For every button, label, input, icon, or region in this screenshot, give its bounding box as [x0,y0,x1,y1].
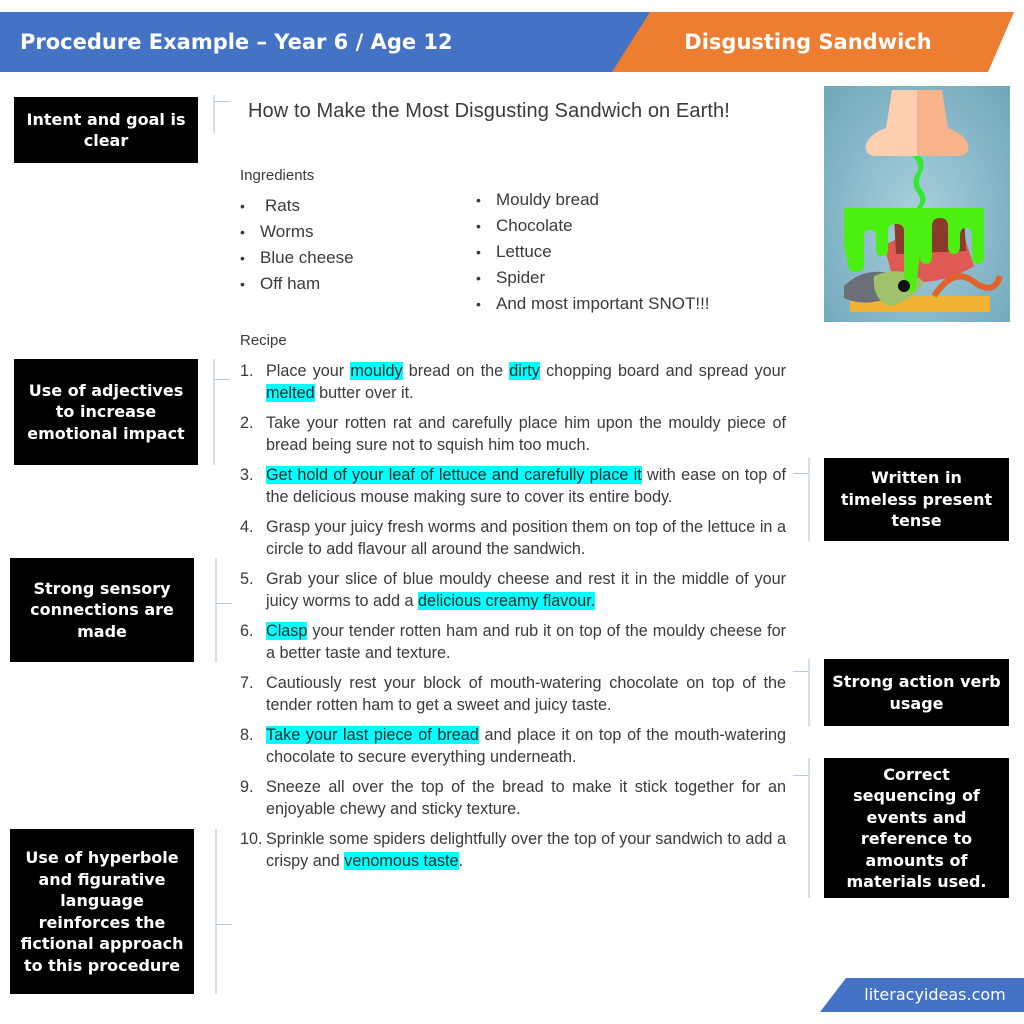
ingredient-item: Worms [240,219,354,245]
step-text: butter over it. [314,384,414,402]
highlighted-text: Get hold of your leaf of lettuce and car… [266,466,642,484]
recipe-step: 2. Take your rotten rat and carefully pla… [240,412,786,456]
ingredient-text: Mouldy bread [496,190,600,209]
bracket-sensory-tick [216,603,232,604]
step-number: 2. [240,414,254,432]
step-text: Grasp your juicy fresh worms and positio… [266,518,786,558]
document-title: How to Make the Most Disgusting Sandwich… [248,100,730,122]
header-topic: Disgusting Sandwich [684,30,932,54]
bracket-sequencing-tick [793,775,808,776]
highlighted-text: Take your last piece of bread [266,726,479,744]
step-text: Sneeze all over the top of the bread to … [266,778,786,818]
bracket-sensory [215,558,217,662]
step-number: 1. [240,362,254,380]
step-number: 3. [240,466,254,484]
ingredient-text: Worms [260,222,314,241]
ingredients-heading: Ingredients [240,167,315,184]
bracket-tense-tick [793,473,808,474]
step-number: 6. [240,622,254,640]
disgusting-sandwich-illustration [824,86,1010,322]
bracket-adjectives-tick [214,379,230,380]
nose-left-icon [865,90,917,156]
step-text: your tender rotten ham and rub it on top… [266,622,786,662]
recipe-step: 10. Sprinkle some spiders delightfully ov… [240,828,786,872]
highlighted-text: delicious creamy flavour. [418,592,596,610]
ingredient-text: And most important SNOT!!! [496,294,710,313]
recipe-steps: 1. Place your mouldy bread on the dirty c… [240,360,786,880]
step-number: 10. [240,830,263,848]
recipe-step: 7. Cautiously rest your block of mouth-wa… [240,672,786,716]
recipe-step: 1. Place your mouldy bread on the dirty c… [240,360,786,404]
step-number: 4. [240,518,254,536]
worm-icon [931,273,1003,298]
ingredient-item: Spider [476,265,710,291]
bracket-sequencing [808,758,810,898]
spider-icon [898,280,910,292]
step-number: 9. [240,778,254,796]
ingredient-item: Blue cheese [240,245,354,271]
recipe-step: 3. Get hold of your leaf of lettuce and c… [240,464,786,508]
step-text: Take your rotten rat and carefully place… [266,414,786,454]
annotation-intent: Intent and goal is clear [14,97,198,163]
step-text: bread on the [402,362,510,380]
step-text: Place your [266,362,351,380]
bracket-action-verb [808,659,810,726]
ingredient-text: Rats [265,196,300,215]
header-title: Procedure Example – Year 6 / Age 12 [20,30,453,54]
ingredient-text: Chocolate [496,216,573,235]
step-text: Cautiously rest your block of mouth-wate… [266,674,786,714]
annotation-adjectives: Use of adjectives to increase emotional … [14,359,198,465]
annotation-action-verb: Strong action verb usage [824,659,1009,726]
footer-site-link[interactable]: literacyideas.com [846,978,1024,1012]
bracket-tense [808,458,810,541]
bracket-action-verb-tick [793,671,808,672]
ingredient-item: Off ham [240,271,354,297]
step-number: 5. [240,570,254,588]
recipe-heading: Recipe [240,332,287,349]
annotation-tense: Written in timeless present tense [824,458,1009,541]
step-number: 8. [240,726,254,744]
ingredient-item: And most important SNOT!!! [476,291,710,317]
annotation-hyperbole: Use of hyperbole and figurative language… [10,829,194,994]
bracket-hyperbole-tick [216,924,232,925]
ingredient-text: Off ham [260,274,321,293]
ingredient-text: Spider [496,268,546,287]
recipe-step: 5. Grab your slice of blue mouldy cheese … [240,568,786,612]
ingredients-list-col1: Rats Worms Blue cheese Off ham [240,193,354,297]
nose-right-icon [917,90,969,156]
ingredient-item: Mouldy bread [476,187,710,213]
highlighted-text: Clasp [266,622,308,640]
highlighted-text: venomous taste [344,852,459,870]
ingredients-list-col2: Mouldy bread Chocolate Lettuce Spider An… [476,187,710,317]
sandwich-illustration-svg [844,90,1003,312]
ingredient-text: Blue cheese [260,248,354,267]
ingredient-text: Lettuce [496,242,552,261]
recipe-step: 8. Take your last piece of bread and plac… [240,724,786,768]
bracket-intent-tick [214,101,230,102]
recipe-step: 4. Grasp your juicy fresh worms and posit… [240,516,786,560]
step-text: chopping board and spread your [539,362,786,380]
ingredient-item: Chocolate [476,213,710,239]
bracket-adjectives [213,359,215,465]
recipe-step: 6. Clasp your tender rotten ham and rub i… [240,620,786,664]
recipe-step: 9. Sneeze all over the top of the bread t… [240,776,786,820]
snot-drip-icon [912,156,926,210]
annotation-sequencing: Correct sequencing of events and referen… [824,758,1009,898]
highlighted-text: melted [266,384,315,402]
highlighted-text: mouldy [350,362,403,380]
bracket-hyperbole [215,829,217,994]
highlighted-text: dirty [509,362,540,380]
annotation-sensory: Strong sensory connections are made [10,558,194,662]
ingredient-item: Lettuce [476,239,710,265]
step-number: 7. [240,674,254,692]
ingredient-item: Rats [240,193,354,219]
step-text: . [458,852,464,870]
